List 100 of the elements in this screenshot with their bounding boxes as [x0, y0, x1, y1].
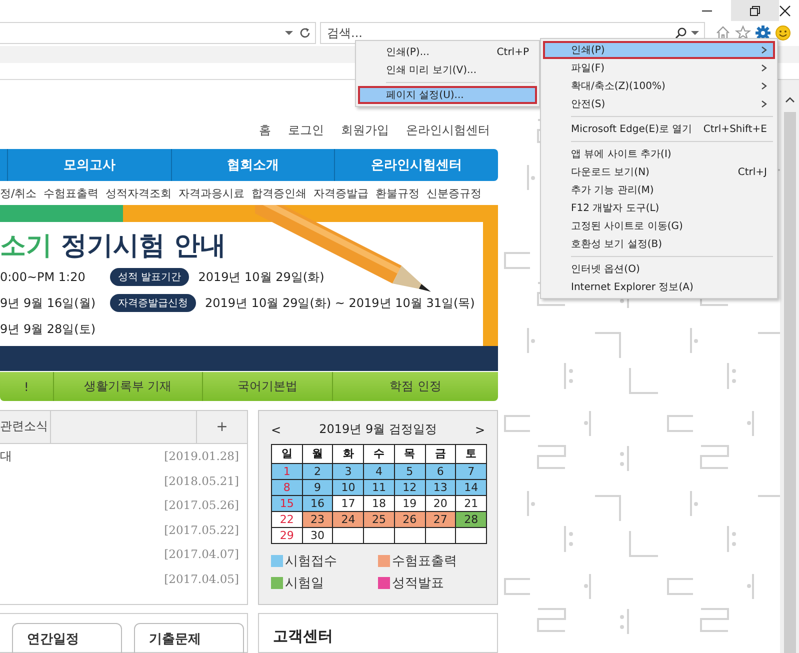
calendar-day[interactable]: 13	[425, 479, 456, 496]
news-title[interactable]: 대	[0, 448, 12, 465]
close-button[interactable]	[779, 4, 791, 16]
calendar-day[interactable]: 2	[302, 463, 333, 480]
calendar-day[interactable]: 24	[332, 511, 364, 528]
quick-link[interactable]: !	[0, 372, 53, 401]
calendar-day[interactable]: 11	[364, 479, 394, 496]
quick-link[interactable]: 학점 인정	[332, 372, 498, 401]
scroll-up-icon[interactable]	[784, 96, 794, 104]
menu-item[interactable]: 안전(S)	[543, 95, 775, 113]
calendar-day[interactable]: 29	[272, 527, 302, 544]
nav-item[interactable]: 협회소개	[170, 149, 334, 181]
nav-item[interactable]: 모의고사	[7, 149, 171, 181]
submenu-link[interactable]: 신분증규정	[426, 186, 482, 201]
news-date: [2017.05.22]	[164, 522, 239, 537]
menu-item[interactable]: 확대/축소(Z)(100%)	[543, 77, 775, 95]
calendar-day[interactable]: 6	[425, 463, 456, 480]
calendar-day[interactable]: 10	[332, 479, 364, 496]
menu-item[interactable]: 파일(F)	[543, 59, 775, 77]
weekday-header: 월	[302, 444, 333, 464]
top-link[interactable]: 홈	[259, 122, 271, 140]
calendar-day[interactable]: 20	[425, 495, 456, 512]
top-link[interactable]: 회원가입	[341, 122, 389, 140]
dropdown-icon[interactable]	[285, 30, 293, 36]
menu-item[interactable]: 고정된 사이트로 이동(G)	[543, 217, 775, 235]
calendar-day[interactable]: 7	[456, 463, 486, 480]
prev-month-button[interactable]: <	[271, 422, 282, 437]
menu-item[interactable]: 호환성 보기 설정(B)	[543, 235, 775, 253]
menu-item[interactable]: 추가 기능 관리(M)	[543, 181, 775, 199]
submenu-link[interactable]: 수험표출력	[44, 186, 99, 201]
dropdown-icon[interactable]	[691, 30, 699, 36]
menu-item[interactable]: 인쇄(P)	[543, 41, 775, 59]
menu-item[interactable]: 인터넷 옵션(O)	[543, 260, 775, 278]
quick-link[interactable]: 생활기록부 기재	[52, 372, 202, 401]
next-month-button[interactable]: >	[474, 422, 485, 437]
menu-item[interactable]: 다운로드 보기(N) Ctrl+J	[543, 163, 775, 181]
star-icon[interactable]	[735, 25, 751, 41]
calendar-day[interactable]: 5	[394, 463, 426, 480]
menu-item[interactable]: Internet Explorer 정보(A)	[543, 278, 775, 296]
calendar-day[interactable]: 18	[364, 495, 394, 512]
menu-item[interactable]: F12 개발자 도구(L)	[543, 199, 775, 217]
calendar-day[interactable]: 16	[302, 495, 333, 512]
shortcut-button[interactable]: 기출문제	[134, 622, 244, 653]
banner-title: 소기 정기시험 안내	[0, 230, 228, 262]
weekday-header: 금	[425, 444, 456, 464]
support-title: 고객센터	[273, 626, 333, 645]
submenu-link[interactable]: 정/취소	[0, 186, 37, 201]
submenu-link[interactable]: 성적자격조회	[106, 186, 172, 201]
home-icon[interactable]	[715, 25, 731, 41]
menu-item[interactable]: 인쇄 미리 보기(V)...	[358, 61, 537, 79]
nav-item[interactable]: 온라인시험센터	[334, 149, 498, 181]
calendar-day[interactable]: 9	[302, 479, 333, 496]
calendar-day[interactable]: 3	[332, 463, 364, 480]
refresh-icon[interactable]	[299, 27, 311, 39]
calendar-day[interactable]: 27	[425, 511, 456, 528]
news-date: [2017.05.26]	[164, 498, 239, 512]
menu-item[interactable]: Microsoft Edge(E)로 열기 Ctrl+Shift+E	[543, 120, 775, 138]
schedule-date: 9년 9월 28일(토)	[0, 320, 97, 338]
calendar-day[interactable]: 21	[456, 495, 486, 512]
news-date: [2017.04.05]	[164, 572, 239, 586]
search-icon[interactable]	[675, 27, 687, 39]
top-link[interactable]: 로그인	[288, 122, 324, 140]
shortcut-button[interactable]: 연간일정	[12, 622, 122, 653]
menu-item[interactable]: 앱 뷰에 사이트 추가(I)	[543, 145, 775, 163]
quick-link[interactable]: 국어기본법	[202, 372, 332, 401]
calendar-day[interactable]: 25	[364, 511, 394, 528]
top-link[interactable]: 온라인시험센터	[406, 122, 490, 140]
scrollbar[interactable]	[780, 80, 799, 653]
weekday-header: 토	[456, 444, 486, 464]
submenu-link[interactable]: 합격증인쇄	[252, 186, 307, 201]
submenu-link[interactable]: 환불규정	[376, 186, 420, 201]
calendar-day[interactable]: 22	[272, 511, 302, 528]
calendar-day[interactable]: 4	[364, 463, 394, 480]
submenu-link[interactable]: 자격증발급	[314, 186, 369, 201]
schedule-label: 성적 발표기간	[110, 268, 190, 286]
weekday-header: 화	[332, 444, 364, 464]
menu-item[interactable]: 페이지 설정(U)...	[358, 86, 537, 104]
legend-label: 시험접수	[285, 552, 337, 570]
legend-label: 성적발표	[392, 574, 444, 592]
schedule-date: 0:00~PM 1:20	[0, 270, 86, 284]
calendar-day[interactable]: 30	[302, 527, 333, 544]
submenu-link[interactable]: 자격과응시료	[178, 186, 245, 201]
news-tab[interactable]: 관련소식	[0, 410, 51, 443]
calendar-day[interactable]: 17	[332, 495, 364, 512]
calendar-day[interactable]: 14	[456, 479, 486, 496]
calendar-day[interactable]: 12	[394, 479, 426, 496]
smiley-icon[interactable]	[775, 25, 791, 41]
restore-button[interactable]	[749, 4, 761, 16]
weekday-header: 목	[394, 444, 426, 464]
calendar-day[interactable]: 26	[394, 511, 426, 528]
address-field[interactable]	[0, 22, 316, 44]
calendar-day[interactable]: 23	[302, 511, 333, 528]
calendar-day[interactable]: 19	[394, 495, 426, 512]
calendar-day[interactable]: 28	[456, 511, 486, 528]
schedule-date: 2019년 10월 29일(화)	[198, 268, 324, 286]
weekday-header: 일	[272, 444, 302, 464]
calendar-title: 2019년 9월 검정일정	[319, 421, 437, 438]
weekday-header: 수	[364, 444, 394, 464]
menu-item[interactable]: 인쇄(P)... Ctrl+P	[358, 43, 537, 61]
more-button[interactable]: +	[196, 410, 247, 443]
